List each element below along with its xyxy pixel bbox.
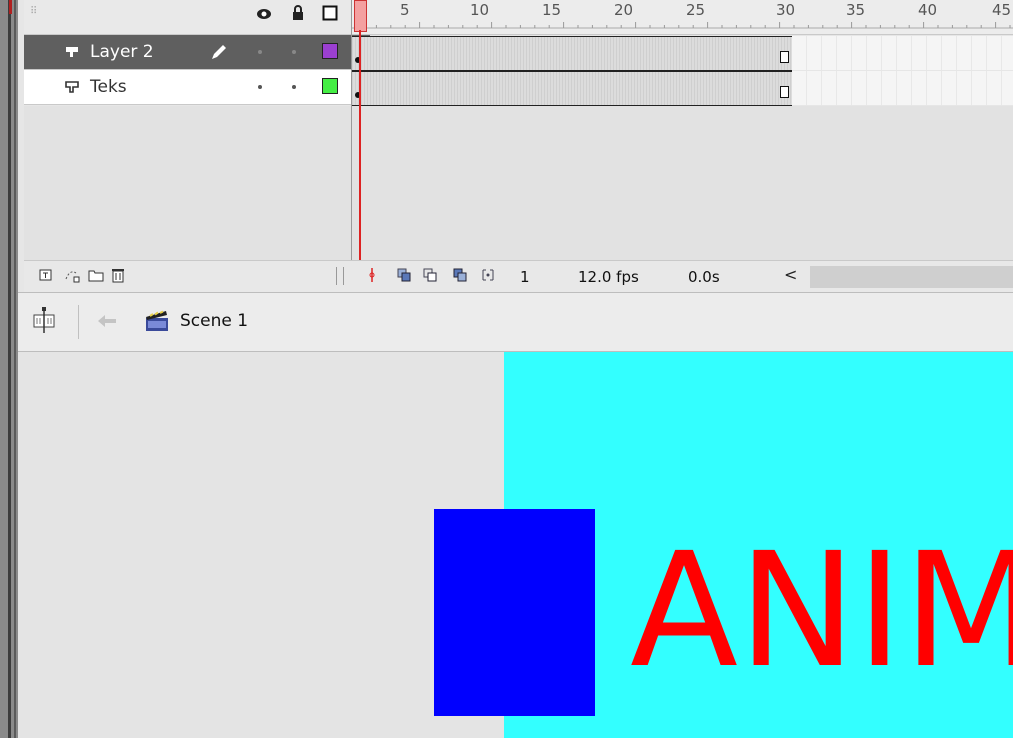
new-layer-icon[interactable] bbox=[38, 267, 54, 283]
ruler-label: 10 bbox=[470, 1, 490, 19]
lock-dot[interactable] bbox=[292, 50, 296, 54]
scroll-left-button[interactable]: < bbox=[784, 265, 797, 284]
layer-header: ⠿ bbox=[24, 0, 370, 35]
ruler-label: 40 bbox=[918, 1, 938, 19]
center-frame-icon[interactable] bbox=[364, 267, 380, 283]
playhead-line bbox=[359, 30, 361, 260]
horizontal-scrollbar[interactable] bbox=[810, 266, 1013, 288]
onion-skin-icon[interactable] bbox=[396, 267, 412, 283]
folder-icon[interactable] bbox=[88, 267, 104, 283]
layer-list-empty bbox=[24, 106, 370, 260]
left-panel-edge bbox=[0, 0, 18, 738]
playhead[interactable] bbox=[354, 0, 367, 32]
ruler-label: 30 bbox=[776, 1, 796, 19]
timeline-toggle-icon[interactable] bbox=[32, 305, 56, 335]
edit-bar-divider bbox=[78, 305, 79, 339]
resize-grip[interactable] bbox=[336, 267, 344, 285]
ruler-label: 35 bbox=[846, 1, 866, 19]
ruler-label: 5 bbox=[400, 1, 410, 19]
panel-divider[interactable] bbox=[351, 0, 352, 292]
elapsed-time: 0.0s bbox=[688, 268, 720, 286]
timeline-panel: ⠿ 5 10 15 20 25 30 35 40 45 Layer 2 Teks… bbox=[18, 0, 1013, 293]
visibility-dot[interactable] bbox=[258, 85, 262, 89]
layer-icon bbox=[65, 81, 79, 93]
stage-pasteboard: ANIM bbox=[24, 352, 1013, 738]
ruler-label: 45 bbox=[992, 1, 1012, 19]
eye-icon[interactable] bbox=[256, 5, 272, 21]
layer-row-layer-2[interactable]: Layer 2 bbox=[24, 35, 370, 70]
scene-icon bbox=[146, 310, 168, 331]
end-frame-marker[interactable] bbox=[780, 51, 789, 63]
layer-2-frames[interactable] bbox=[352, 36, 792, 71]
empty-frame-cells[interactable] bbox=[792, 71, 1013, 105]
outline-icon[interactable] bbox=[322, 5, 338, 21]
layer-row-teks[interactable]: Teks bbox=[24, 70, 370, 105]
outline-color-swatch[interactable] bbox=[322, 78, 338, 94]
layer-icon bbox=[66, 47, 78, 57]
pencil-icon bbox=[212, 45, 226, 59]
trash-icon[interactable] bbox=[110, 267, 126, 283]
scene-name[interactable]: Scene 1 bbox=[180, 311, 248, 331]
ruler-label: 20 bbox=[614, 1, 634, 19]
ruler-label: 15 bbox=[542, 1, 562, 19]
modify-onion-markers-icon[interactable] bbox=[480, 267, 496, 283]
back-arrow-icon[interactable] bbox=[96, 313, 118, 329]
edit-bar: Scene 1 bbox=[18, 292, 1013, 352]
ruler-label: 25 bbox=[686, 1, 706, 19]
onion-skin-outlines-icon[interactable] bbox=[422, 267, 438, 283]
frame-rate[interactable]: 12.0 fps bbox=[578, 268, 639, 286]
lock-dot[interactable] bbox=[292, 85, 296, 89]
timeline-toolbar: 1 12.0 fps 0.0s < bbox=[24, 260, 1013, 293]
teks-frames[interactable] bbox=[352, 71, 792, 106]
layer-name: Layer 2 bbox=[90, 42, 154, 62]
flash-app-window: ⠿ 5 10 15 20 25 30 35 40 45 Layer 2 Teks… bbox=[0, 0, 1013, 738]
layer-name: Teks bbox=[90, 77, 127, 97]
outline-color-swatch[interactable] bbox=[322, 43, 338, 59]
empty-frame-cells[interactable] bbox=[792, 36, 1013, 70]
frame-area-empty bbox=[352, 106, 1013, 260]
end-frame-marker[interactable] bbox=[780, 86, 789, 98]
stage-text[interactable]: ANIM bbox=[630, 532, 1013, 690]
visibility-dot[interactable] bbox=[258, 50, 262, 54]
current-frame: 1 bbox=[520, 268, 530, 286]
frame-ruler[interactable]: 5 10 15 20 25 30 35 40 45 bbox=[352, 0, 1013, 35]
motion-guide-icon[interactable] bbox=[64, 267, 80, 283]
lock-icon[interactable] bbox=[290, 5, 306, 21]
grip-icon[interactable]: ⠿ bbox=[30, 6, 38, 17]
edit-multiple-frames-icon[interactable] bbox=[452, 267, 468, 283]
blue-rectangle[interactable] bbox=[434, 509, 595, 716]
